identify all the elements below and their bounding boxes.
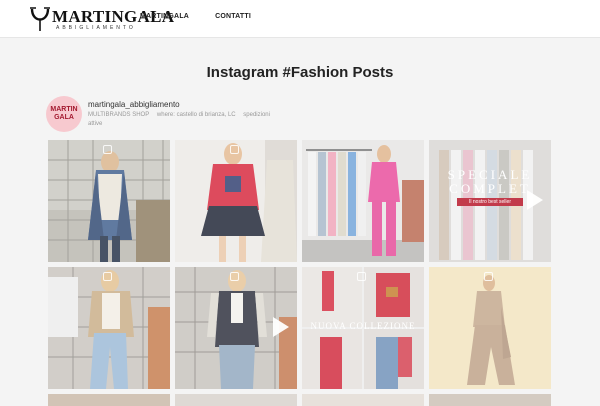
instagram-post[interactable] <box>302 140 424 262</box>
carousel-icon <box>103 145 112 154</box>
post-photo <box>429 267 551 389</box>
instagram-post[interactable] <box>175 394 297 406</box>
profile-username[interactable]: martingala_abbigliamento <box>88 100 180 109</box>
carousel-icon <box>484 272 493 281</box>
carousel-icon <box>103 272 112 281</box>
post-photo <box>175 140 297 262</box>
post-photo <box>48 267 170 389</box>
instagram-post[interactable] <box>429 394 551 406</box>
logo-subtext: ABBIGLIAMENTO <box>56 25 136 31</box>
avatar-text-top: MARTIN <box>50 106 78 113</box>
post-photo <box>429 394 551 406</box>
instagram-post[interactable] <box>302 394 424 406</box>
post-photo <box>175 394 297 406</box>
instagram-post[interactable] <box>429 267 551 389</box>
post-photo <box>302 140 424 262</box>
page-title: Instagram #Fashion Posts <box>206 64 394 81</box>
carousel-icon <box>357 272 366 281</box>
instagram-post[interactable]: NUOVA COLLEZIONE <box>302 267 424 389</box>
main-nav: MARTINGALA CONTATTI <box>140 13 251 20</box>
instagram-post[interactable] <box>48 140 170 262</box>
post-overlay-title: NUOVA COLLEZIONE <box>310 321 416 331</box>
post-overlay-tag: Il nostro best seller <box>457 198 523 206</box>
carousel-icon <box>230 272 239 281</box>
instagram-post[interactable]: SPECIALE COMPLET Il nostro best seller <box>429 140 551 262</box>
site-logo[interactable]: MARTINGALA ABBIGLIAMENTO <box>28 5 174 33</box>
profile-bio: MULTIBRANDS SHOP where: castello di bria… <box>88 111 288 129</box>
post-photo <box>302 394 424 406</box>
instagram-post[interactable] <box>175 267 297 389</box>
bio-part: MULTIBRANDS SHOP <box>88 112 150 118</box>
avatar-text-bottom: GALA <box>54 114 74 121</box>
instagram-profile: MARTIN GALA martingala_abbigliamento MUL… <box>46 96 306 132</box>
nav-item-contatti[interactable]: CONTATTI <box>215 13 251 20</box>
instagram-post[interactable] <box>48 394 170 406</box>
post-photo <box>48 140 170 262</box>
instagram-post[interactable] <box>175 140 297 262</box>
play-icon <box>273 317 289 337</box>
bio-part: where: castello di brianza, LC <box>156 112 236 118</box>
post-photo <box>48 394 170 406</box>
post-overlay-title: SPECIALE COMPLET <box>447 167 533 196</box>
nav-item-martingala[interactable]: MARTINGALA <box>140 13 189 20</box>
profile-avatar[interactable]: MARTIN GALA <box>46 96 82 132</box>
carousel-icon <box>230 145 239 154</box>
site-header: MARTINGALA ABBIGLIAMENTO MARTINGALA CONT… <box>0 0 600 38</box>
logo-horseshoe-icon <box>30 7 50 31</box>
instagram-post[interactable] <box>48 267 170 389</box>
